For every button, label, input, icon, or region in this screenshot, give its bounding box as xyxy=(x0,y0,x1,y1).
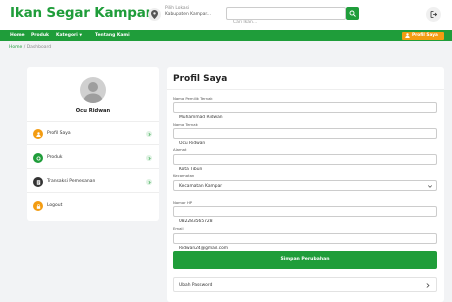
page-title: Profil Saya xyxy=(173,74,228,84)
phone-field[interactable] xyxy=(173,206,437,226)
phone-label: Nomor HP xyxy=(173,200,193,205)
user-avatar-icon xyxy=(83,82,103,103)
logout-icon[interactable] xyxy=(426,7,441,22)
change-password-toggle[interactable]: Ubah Password xyxy=(173,277,437,292)
breadcrumb-separator: / xyxy=(23,45,26,50)
address-label: Alamat xyxy=(173,147,187,152)
breadcrumb-home[interactable]: Home xyxy=(9,45,22,50)
owner-name-label: Nama Pemilik Ternak xyxy=(173,96,213,101)
sidebar-item-produk[interactable]: Produk xyxy=(27,147,159,169)
profile-button[interactable]: Profil Saya xyxy=(402,31,444,40)
breadcrumb-current: Dashboard xyxy=(26,45,52,50)
user-name: Ocu Ridwan xyxy=(75,108,111,114)
sidebar-item-transaksi-pemesanan[interactable]: Transaksi Pemesanan xyxy=(27,171,159,193)
email-label: Email xyxy=(173,226,184,231)
chevron-down-icon xyxy=(428,184,432,188)
chevron-right-icon xyxy=(426,282,430,288)
user-icon xyxy=(405,33,410,38)
chevron-right-icon xyxy=(146,179,152,185)
sidebar-item-label: Logout xyxy=(47,203,63,208)
box-icon xyxy=(33,153,43,163)
breadcrumb: Home / Dashboard xyxy=(9,45,51,50)
district-select[interactable]: Kecamatan Kampar xyxy=(173,180,437,191)
lock-icon xyxy=(33,201,43,211)
address-input[interactable] xyxy=(174,165,436,174)
sidebar-item-profil-saya[interactable]: Profil Saya xyxy=(27,123,159,145)
caret-down-icon: ▼ xyxy=(79,32,83,37)
profile-form-card: Profil Saya Nama Pemilik Ternak Nama Ter… xyxy=(167,67,444,302)
top-bar: Ikan Segar Kampar Pilih Lokasi Kabupaten… xyxy=(0,0,452,30)
phone-input[interactable] xyxy=(174,217,436,226)
brand-logo[interactable]: Ikan Segar Kampar xyxy=(10,5,152,21)
search-button[interactable] xyxy=(346,7,359,20)
save-changes-button[interactable]: Simpan Perubahan xyxy=(173,251,437,269)
change-password-label: Ubah Password xyxy=(179,282,213,288)
nav-kategori[interactable]: Kategori ▼ xyxy=(56,33,82,38)
document-icon xyxy=(33,177,43,187)
location-pin-icon[interactable] xyxy=(148,8,161,21)
nav-tentang-kami[interactable]: Tentang Kami xyxy=(95,33,130,38)
chevron-right-icon xyxy=(146,131,152,137)
location-selector[interactable]: Pilih Lokasi Kabupaten Kampar... xyxy=(165,6,211,18)
address-field[interactable] xyxy=(173,154,437,174)
divider xyxy=(27,121,159,122)
avatar xyxy=(80,77,106,103)
user-icon xyxy=(33,129,43,139)
nav-home[interactable]: Home xyxy=(10,33,25,38)
farm-name-label: Nama Ternak xyxy=(173,122,198,127)
sidebar-item-label: Transaksi Pemesanan xyxy=(47,179,96,184)
sidebar-item-logout[interactable]: Logout xyxy=(27,195,159,217)
profile-button-label: Profil Saya xyxy=(412,33,438,38)
divider xyxy=(167,89,444,90)
main-nav: Home Produk Kategori ▼ Tentang Kami Prof… xyxy=(0,30,452,41)
farm-name-input[interactable] xyxy=(174,139,436,148)
nav-kategori-label: Kategori xyxy=(56,32,78,38)
save-changes-label: Simpan Perubahan xyxy=(280,257,330,262)
search-input[interactable] xyxy=(227,17,345,28)
nav-produk[interactable]: Produk xyxy=(31,33,49,38)
search-icon xyxy=(349,10,356,17)
location-value: Kabupaten Kampar... xyxy=(165,12,211,17)
district-select-value: Kecamatan Kampar xyxy=(179,183,223,189)
farm-name-field[interactable] xyxy=(173,128,437,148)
sidebar-item-label: Produk xyxy=(47,155,63,160)
owner-name-field[interactable] xyxy=(173,102,437,122)
sidebar-card: Ocu Ridwan Profil Saya Produk Transaksi … xyxy=(27,67,159,221)
chevron-right-icon xyxy=(146,155,152,161)
district-label: Kecamatan xyxy=(173,173,195,178)
search-box[interactable] xyxy=(226,7,346,28)
owner-name-input[interactable] xyxy=(174,113,436,122)
email-field[interactable] xyxy=(173,233,437,253)
sidebar-item-label: Profil Saya xyxy=(47,131,71,136)
